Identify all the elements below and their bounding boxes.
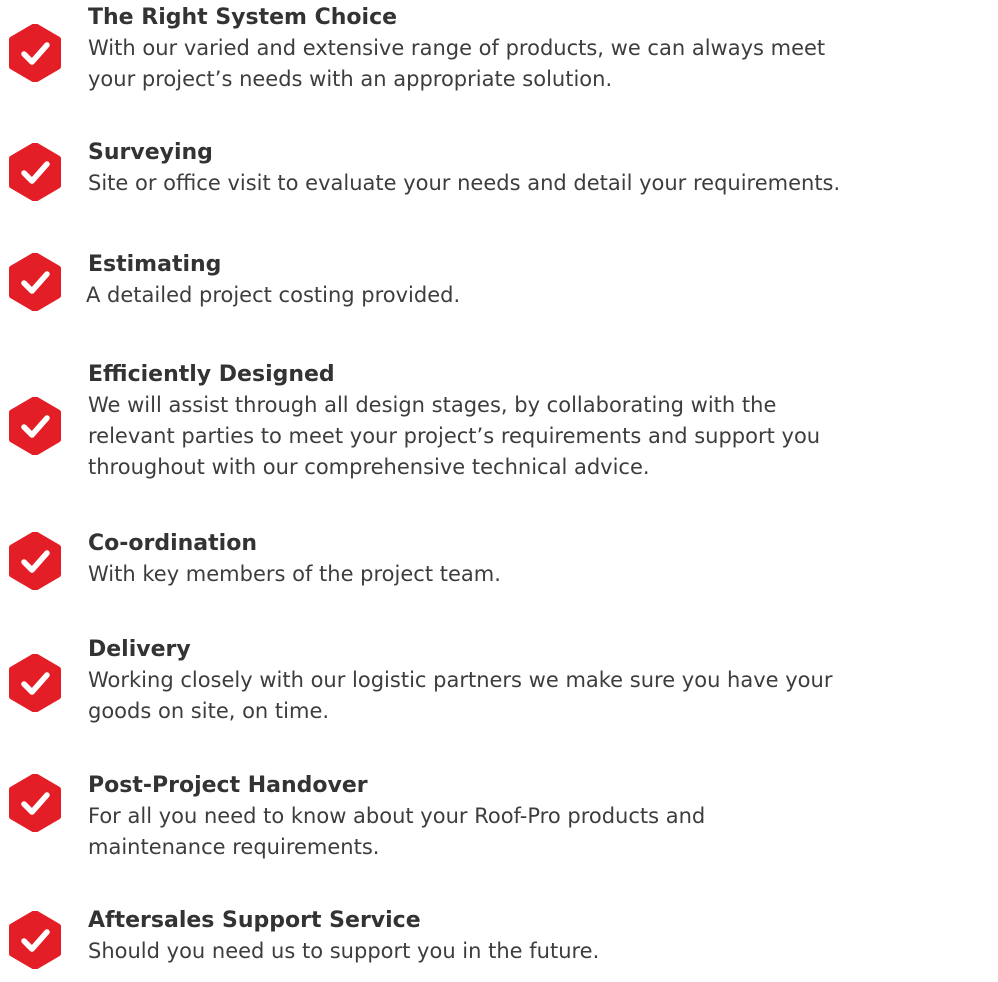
- item-description: With key members of the project team.: [88, 562, 501, 586]
- item-description: With our varied and extensive range of p…: [88, 36, 826, 91]
- check-badge-icon: [6, 253, 64, 311]
- item-title: Estimating: [88, 252, 222, 277]
- check-badge-icon: [6, 774, 64, 832]
- item-description: For all you need to know about your Roof…: [88, 804, 706, 859]
- item-description: A detailed project costing provided.: [86, 283, 461, 307]
- check-badge-icon: [6, 654, 64, 712]
- item-description: We will assist through all design stages…: [88, 393, 821, 479]
- item-title: Aftersales Support Service: [88, 908, 421, 933]
- item-description: Should you need us to support you in the…: [88, 939, 600, 963]
- item-title: Co-ordination: [88, 531, 257, 556]
- item-title: Surveying: [88, 140, 213, 165]
- check-badge-icon: [6, 397, 64, 455]
- check-badge-icon: [6, 911, 64, 969]
- check-badge-icon: [6, 24, 64, 82]
- item-title: Delivery: [88, 637, 191, 662]
- item-title: The Right System Choice: [88, 5, 398, 30]
- item-title: Post-Project Handover: [88, 773, 368, 798]
- item-title: Efficiently Designed: [88, 362, 335, 387]
- item-description: Site or office visit to evaluate your ne…: [88, 171, 841, 195]
- check-badge-icon: [6, 143, 64, 201]
- item-description: Working closely with our logistic partne…: [88, 668, 833, 723]
- check-badge-icon: [6, 532, 64, 590]
